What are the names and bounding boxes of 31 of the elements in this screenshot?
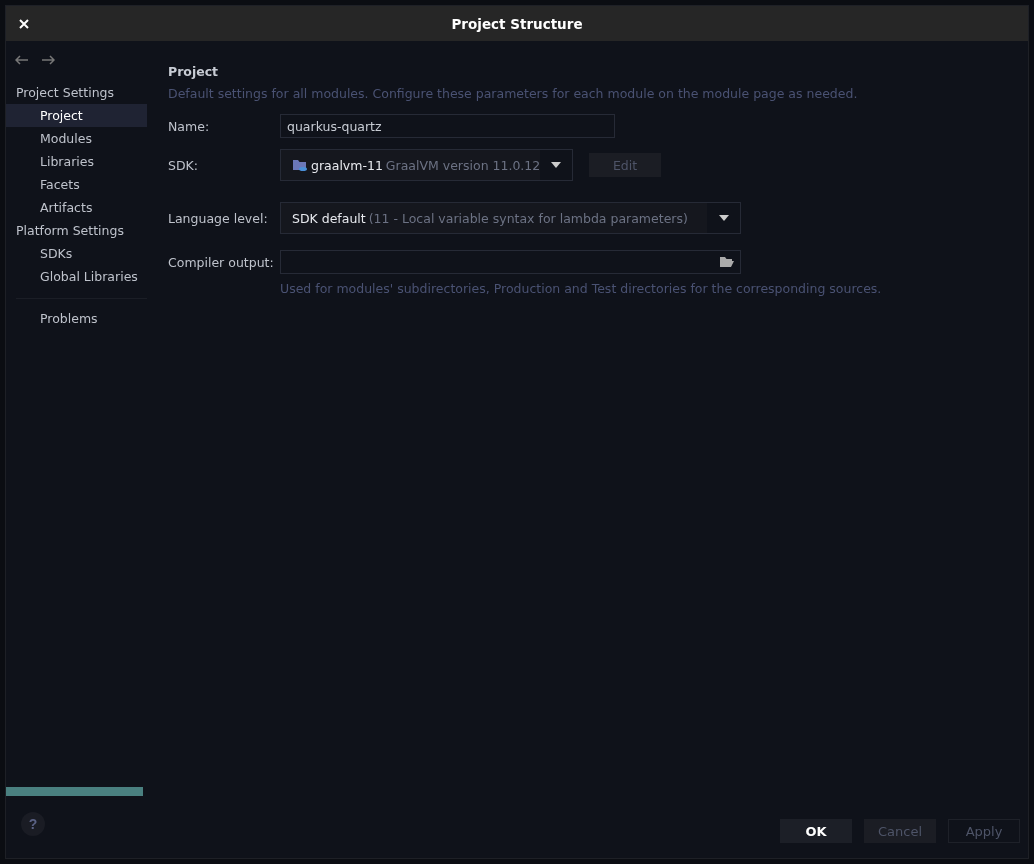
window-title: Project Structure <box>451 15 583 32</box>
field-label: Language level: <box>168 210 269 226</box>
sidebar-item[interactable]: Artifacts <box>6 196 147 219</box>
language-level-dropdown[interactable]: SDK default (11 - Local variable syntax for lambda parameters) <box>280 202 741 234</box>
field-label: Name: <box>168 118 211 134</box>
sidebar-item[interactable]: Global Libraries <box>6 265 147 288</box>
sidebar-item[interactable]: SDKs <box>6 242 147 265</box>
section-heading: Project <box>168 64 220 81</box>
sidebar-item[interactable]: Modules <box>6 127 147 150</box>
close-icon[interactable] <box>19 19 29 29</box>
sidebar-item[interactable]: Facets <box>6 173 147 196</box>
forward-arrow-icon[interactable] <box>41 55 55 65</box>
field-label: SDK: <box>168 157 199 173</box>
sidebar-section-header: Project Settings <box>15 84 115 102</box>
dropdown-arrow-icon <box>551 162 562 168</box>
sidebar-item[interactable]: Libraries <box>6 150 147 173</box>
folder-icon <box>292 158 308 172</box>
sidebar-item[interactable]: Problems <box>6 307 147 330</box>
sidebar-section-header: Platform Settings <box>15 222 125 240</box>
field-label: Compiler output: <box>168 254 275 270</box>
back-arrow-icon[interactable] <box>15 55 29 65</box>
sidebar-item[interactable]: Project <box>6 104 147 127</box>
compiler-output-field[interactable] <box>280 250 741 274</box>
dropdown-arrow-icon <box>718 215 729 221</box>
scroll-bar[interactable] <box>6 787 143 796</box>
description-text: Default settings for all modules. Configure these parameters for each module on the module page as needed. <box>168 86 859 103</box>
name-field[interactable]: quarkus-quartz <box>280 114 615 138</box>
folder-icon[interactable] <box>719 256 735 268</box>
dialog-button[interactable]: OK <box>780 819 852 843</box>
hint-text: Used for modules' subdirectories, Production and Test directories for the corresponding sources. <box>280 281 883 296</box>
sdk-dropdown[interactable]: graalvm-11 GraalVM version 11.0.12 <box>280 149 573 181</box>
